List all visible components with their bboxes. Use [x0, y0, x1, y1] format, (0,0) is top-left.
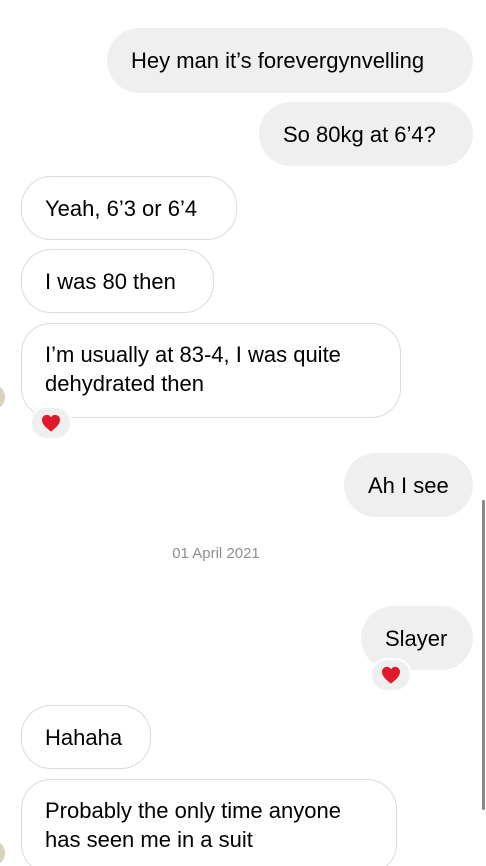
message-text: Hahaha	[45, 724, 123, 750]
message-text: Hey man it’s forevergynvelling	[131, 48, 425, 73]
message-text: So 80kg at 6’4?	[283, 121, 436, 147]
message-text-line: Probably the only time anyone	[45, 798, 341, 823]
received-message[interactable]: I’m usually at 83-4, I was quite dehydra…	[21, 323, 401, 418]
chat-thread: Hey man it’s forevergynvelling So 80kg a…	[0, 0, 486, 866]
message-text-line: has seen me in a suit	[45, 827, 253, 852]
sent-message[interactable]: Ah I see	[344, 453, 473, 517]
message-text: I was 80 then	[45, 268, 176, 294]
message-text: Ah I see	[368, 472, 449, 498]
sent-message[interactable]: Hey man it’s forevergynvelling	[107, 28, 473, 93]
received-message[interactable]: Hahaha	[21, 705, 151, 769]
message-text: Slayer	[385, 625, 448, 651]
received-message[interactable]: Yeah, 6’3 or 6’4	[21, 176, 237, 240]
heart-icon	[42, 414, 60, 432]
received-message[interactable]: I was 80 then	[21, 249, 214, 313]
sender-avatar[interactable]	[0, 384, 5, 410]
scrollbar[interactable]	[482, 500, 485, 810]
reaction-heart[interactable]	[370, 658, 412, 692]
sent-message[interactable]: So 80kg at 6’4?	[259, 102, 473, 166]
message-text-line: dehydrated then	[45, 371, 205, 396]
message-text-line: I’m usually at 83-4, I was quite	[45, 342, 341, 367]
message-text: Yeah, 6’3 or 6’4	[45, 195, 198, 221]
reaction-heart[interactable]	[30, 406, 72, 440]
sender-avatar[interactable]	[0, 840, 5, 866]
received-message[interactable]: Probably the only time anyone has seen m…	[21, 779, 397, 866]
heart-icon	[382, 666, 400, 684]
date-separator: 01 April 2021	[172, 545, 260, 562]
